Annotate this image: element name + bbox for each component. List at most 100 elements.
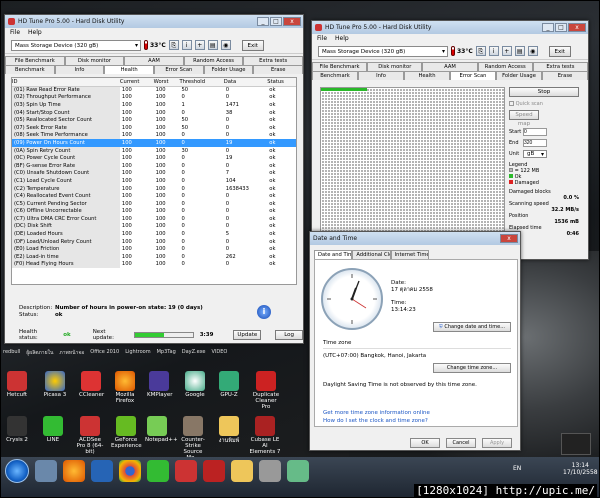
maximize-button[interactable]: □ (270, 17, 282, 26)
desktop-icon[interactable]: LINE (41, 416, 65, 443)
apply-button[interactable]: Apply (482, 438, 512, 448)
desktop-icon[interactable]: Cubase LE AI Elements 7 (249, 416, 281, 455)
unit-select[interactable]: gB (523, 150, 547, 158)
desktop-icon[interactable]: Google (183, 371, 207, 398)
table-row[interactable]: (05) Reallocated Sector Count 100 100 50 0 ok (12, 116, 296, 124)
time-zone-info-link[interactable]: Get more time zone information online (323, 410, 430, 416)
tab-additional-clocks[interactable]: Additional Clocks (352, 250, 391, 259)
table-row[interactable]: (F0) Head Flying Hours 100 100 0 0 ok (12, 260, 296, 269)
title-bar[interactable]: HD Tune Pro 5.00 - Hard Disk Utility _ □ x (5, 15, 303, 28)
table-row[interactable]: (E0) Load Friction 100 100 0 0 ok (12, 245, 296, 254)
set-clock-help-link[interactable]: How do I set the clock and time zone? (323, 418, 428, 424)
table-row[interactable]: (DE) Loaded Hours 100 100 0 5 ok (12, 230, 296, 238)
end-input[interactable] (523, 139, 547, 147)
table-row[interactable]: (DC) Disk Shift 100 100 0 0 ok (12, 222, 296, 231)
tab-disk-monitor[interactable]: Disk monitor (367, 62, 423, 71)
desktop-label[interactable]: Mp3Tag (157, 349, 176, 357)
exit-button[interactable]: Exit (241, 39, 264, 51)
close-button[interactable]: x (500, 234, 518, 243)
tab-error-scan[interactable]: Error Scan (450, 71, 496, 80)
column-header[interactable]: Status (267, 78, 296, 87)
tab-erase[interactable]: Erase (542, 71, 588, 80)
taskbar-clock[interactable]: 13:14 17/10/2558 (563, 462, 598, 476)
tab-extra-tests[interactable]: Extra tests (532, 62, 588, 71)
close-button[interactable]: x (568, 23, 586, 32)
ok-button[interactable]: OK (410, 438, 440, 448)
desktop-icon[interactable]: Duplicate Cleaner Pro (251, 371, 281, 410)
desktop-icon[interactable]: ACDSee Pro 8 (64-bit) (75, 416, 105, 455)
table-row[interactable]: (08) Seek Time Performance 100 100 0 0 ok (12, 131, 296, 140)
minimize-button[interactable]: _ (542, 23, 554, 32)
table-row[interactable]: (C6) Offline Uncorrectable 100 100 0 0 ok (12, 207, 296, 216)
taskbar-explorer-icon[interactable] (35, 460, 57, 482)
change-date-time-button[interactable]: ⛨ Change date and time... (433, 322, 511, 332)
close-button[interactable]: x (283, 17, 301, 26)
desktop-label[interactable]: redbull (3, 349, 20, 357)
change-time-zone-button[interactable]: Change time zone... (433, 363, 511, 373)
camera-icon[interactable]: ◉ (527, 46, 538, 56)
taskbar-datetime-icon[interactable] (287, 460, 309, 482)
quick-scan-checkbox[interactable]: Quick scan (509, 101, 579, 107)
table-row[interactable]: (C4) Reallocated Event Count 100 100 0 0 ok (12, 192, 296, 200)
desktop-icon[interactable]: GPU-Z (217, 371, 241, 398)
tab-disk-monitor[interactable]: Disk monitor (64, 56, 125, 65)
desktop-icon[interactable]: Notepad++ (145, 416, 178, 443)
stop-button[interactable]: Stop (509, 87, 579, 97)
tab-health[interactable]: Health (104, 65, 155, 74)
menu-file[interactable]: File (10, 29, 20, 36)
desktop-label[interactable]: Lightroom (125, 349, 150, 357)
column-header[interactable]: Data (223, 78, 268, 87)
column-header[interactable]: Current (119, 78, 154, 87)
menu-help[interactable]: Help (28, 29, 42, 36)
save-icon[interactable]: ▤ (207, 40, 218, 50)
table-row[interactable]: (01) Raw Read Error Rate 100 100 50 0 ok (12, 86, 296, 94)
desktop-icon[interactable]: Mozilla Firefox (113, 371, 137, 404)
minimize-button[interactable]: _ (257, 17, 269, 26)
tab-file-benchmark[interactable]: File Benchmark (5, 56, 65, 65)
maximize-button[interactable]: □ (555, 23, 567, 32)
table-row[interactable]: (04) Start/Stop Count 100 100 0 38 ok (12, 108, 296, 117)
tab-folder-usage[interactable]: Folder Usage (496, 71, 542, 80)
tab-health[interactable]: Health (404, 71, 450, 80)
desktop-icon[interactable]: งานพิมพ์ (217, 416, 241, 445)
desktop-label[interactable]: DayZ.exe (182, 349, 206, 357)
device-select[interactable]: Mass Storage Device (320 gB) (318, 45, 448, 57)
tab-folder-usage[interactable]: Folder Usage (203, 65, 254, 74)
tab-info[interactable]: Info (54, 65, 105, 74)
desktop-label[interactable]: ภาพหน้าจอ (59, 349, 84, 357)
tab-random-access[interactable]: Random Access (183, 56, 244, 65)
desktop-icon[interactable]: CCleaner (79, 371, 104, 398)
tab-file-benchmark[interactable]: File Benchmark (312, 62, 368, 71)
log-button[interactable]: Log (275, 330, 303, 340)
tab-date-and-time[interactable]: Date and Time (314, 250, 353, 259)
taskbar-line-icon[interactable] (147, 460, 169, 482)
tab-random-access[interactable]: Random Access (477, 62, 533, 71)
desktop-label[interactable]: ผู้ผลิตภายใน (26, 349, 53, 357)
table-row[interactable]: (E2) Load-in time 100 100 0 262 ok (12, 253, 296, 261)
taskbar-ccleaner-icon[interactable] (175, 460, 197, 482)
desktop-icon[interactable]: Hetcuft (5, 371, 29, 398)
table-row[interactable]: (C0) Unsafe Shutdown Count 100 100 0 7 ok (12, 169, 296, 178)
info-icon[interactable]: i (257, 305, 271, 319)
table-row[interactable]: (C1) Load Cycle Count 100 100 0 104 ok (12, 177, 296, 185)
health-icon[interactable]: + (501, 46, 512, 56)
tab-benchmark[interactable]: Benchmark (312, 71, 358, 80)
column-header[interactable]: ID (12, 78, 120, 87)
copy-icon[interactable]: ⎘ (168, 40, 179, 50)
desktop-label[interactable]: Office 2010 (90, 349, 119, 357)
copy-icon[interactable]: ⎘ (475, 46, 486, 56)
speed-map-button[interactable]: Speed map (509, 110, 539, 127)
taskbar-hdtune-icon[interactable] (259, 460, 281, 482)
table-row[interactable]: (0C) Power Cycle Count 100 100 0 19 ok (12, 154, 296, 162)
update-button[interactable]: Update (233, 330, 262, 340)
tab-extra-tests[interactable]: Extra tests (243, 56, 303, 65)
table-row[interactable]: (C5) Current Pending Sector 100 100 0 0 ok (12, 199, 296, 208)
table-row[interactable]: (07) Seek Error Rate 100 100 50 0 ok (12, 123, 296, 132)
gadget-widget[interactable] (561, 433, 591, 455)
title-bar[interactable]: Date and Time x (310, 232, 520, 245)
language-indicator[interactable]: EN (513, 465, 521, 472)
tab-internet-time[interactable]: Internet Time (390, 250, 429, 259)
title-bar[interactable]: HD Tune Pro 5.00 - Hard Disk Utility _ □ x (312, 21, 588, 34)
cancel-button[interactable]: Cancel (446, 438, 476, 448)
tab-info[interactable]: Info (358, 71, 404, 80)
